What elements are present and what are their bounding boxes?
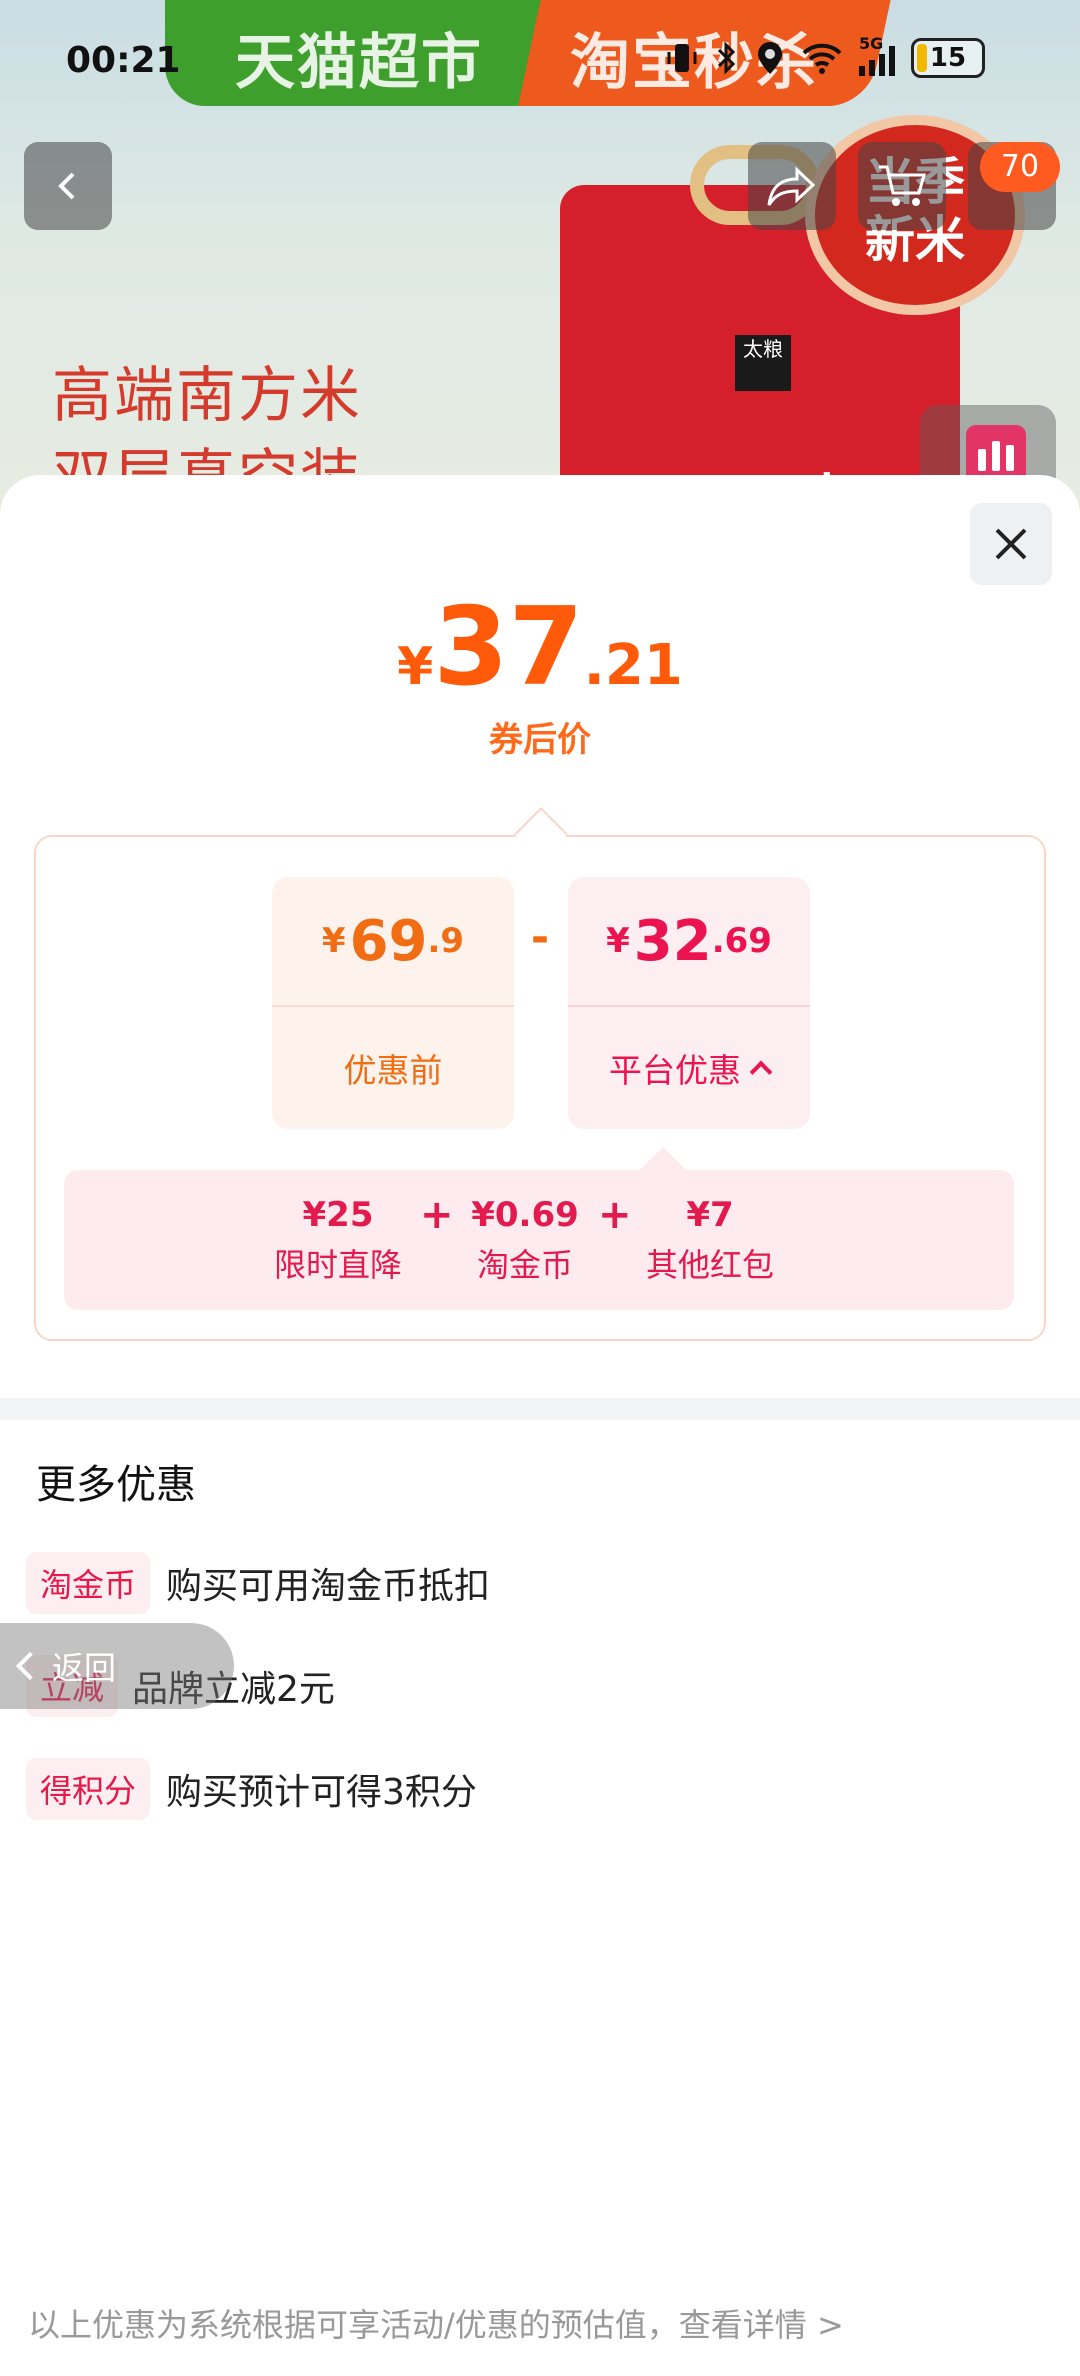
breakdown-item: ¥7 其他红包 <box>645 1195 774 1284</box>
cart-button[interactable] <box>858 142 946 230</box>
wifi-icon <box>802 43 842 74</box>
offer-tag: 淘金币 <box>26 1552 151 1614</box>
breakdown-item: ¥25 限时直降 <box>273 1195 402 1284</box>
share-button[interactable] <box>748 142 836 230</box>
back-button[interactable] <box>24 142 112 230</box>
chevron-left-icon <box>58 172 75 200</box>
signal-icon: 5G <box>859 34 895 76</box>
vibrate-icon <box>667 44 697 72</box>
section-divider <box>0 1398 1080 1420</box>
final-price: ¥37.21 <box>397 585 683 710</box>
floating-back-label: 返回 <box>52 1649 117 1687</box>
cart-count-badge: 70 <box>980 142 1060 192</box>
plus-operator: + <box>598 1192 632 1238</box>
minus-operator: - <box>530 912 550 963</box>
close-button[interactable] <box>970 503 1052 585</box>
breakdown-item: ¥0.69 淘金币 <box>471 1195 579 1284</box>
cart-icon <box>879 165 926 206</box>
plus-operator: + <box>420 1192 454 1238</box>
discount-label: 平台优惠 <box>568 1007 810 1129</box>
offer-row: 淘金币 购买可用淘金币抵扣 <box>26 1552 490 1614</box>
offer-text: 购买可用淘金币抵扣 <box>166 1566 491 1607</box>
platform-discount-card[interactable]: ¥32.69 平台优惠 <box>568 877 810 1129</box>
original-price-label: 优惠前 <box>343 1051 443 1090</box>
location-icon <box>758 42 782 74</box>
chevron-up-icon <box>749 1060 773 1084</box>
status-icons: 5G 15 <box>665 34 985 78</box>
discount-value: ¥32.69 <box>606 908 772 974</box>
battery-icon: 15 <box>911 38 985 78</box>
share-icon <box>767 166 816 206</box>
chevron-left-icon <box>15 1651 45 1681</box>
original-price-value: ¥69.9 <box>321 908 465 974</box>
floating-back-button[interactable]: 返回 <box>0 1623 234 1709</box>
offer-tag: 得积分 <box>26 1758 151 1820</box>
close-icon <box>995 528 1027 560</box>
bluetooth-icon <box>717 41 736 75</box>
final-price-label: 券后价 <box>489 720 591 760</box>
status-time: 00:21 <box>66 40 181 81</box>
original-price-card: ¥69.9 优惠前 <box>272 877 514 1129</box>
offer-text: 购买预计可得3积分 <box>166 1772 477 1813</box>
brand-mark: 太粮 <box>735 335 791 391</box>
more-offers-title: 更多优惠 <box>36 1462 196 1508</box>
estimate-disclaimer-link[interactable]: 以上优惠为系统根据可享活动/优惠的预估值，查看详情 > <box>28 2300 844 2346</box>
offer-row: 得积分 购买预计可得3积分 <box>26 1758 477 1820</box>
status-bar: 00:21 5G 15 <box>0 0 1080 130</box>
